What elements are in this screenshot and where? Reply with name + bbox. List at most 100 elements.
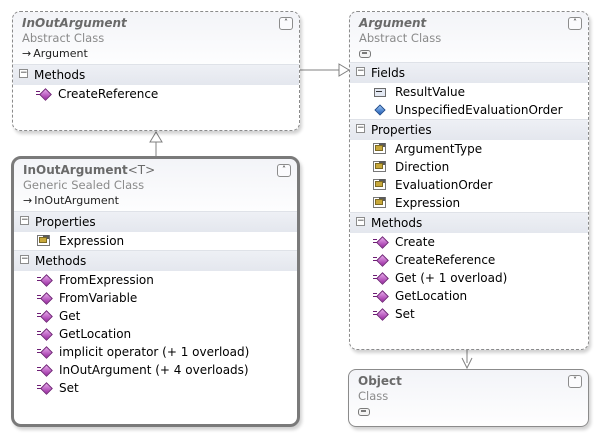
shape-icon-row	[358, 405, 578, 416]
collapse-section-icon[interactable]: −	[20, 216, 29, 225]
member-resultvalue[interactable]: ResultValue	[350, 83, 588, 101]
member-label: CreateReference	[58, 87, 159, 101]
member-label: Get (+ 1 overload)	[395, 271, 508, 285]
section-methods[interactable]: − Methods	[14, 250, 297, 271]
section-properties[interactable]: − Properties	[14, 211, 297, 232]
member-label: ArgumentType	[395, 142, 483, 156]
class-argument[interactable]: Argument Abstract Class ˄ − Fields Resul…	[349, 11, 589, 350]
class-title: Argument	[359, 16, 427, 30]
method-icon	[37, 364, 51, 376]
class-title: Object	[358, 374, 402, 388]
method-icon	[373, 236, 387, 248]
member-label: Expression	[395, 196, 461, 210]
member-label: ResultValue	[395, 85, 466, 99]
member-expression[interactable]: Expression	[350, 194, 588, 212]
property-icon	[37, 235, 51, 247]
inherit-arrow-inout	[149, 131, 163, 143]
collapse-shape-icon[interactable]: ˄	[277, 164, 291, 177]
member-create[interactable]: Create	[350, 233, 588, 251]
member-label: FromExpression	[59, 273, 154, 287]
member-label: Set	[59, 381, 79, 395]
method-icon	[373, 290, 387, 302]
field-icon	[373, 86, 387, 98]
section-label: Methods	[371, 216, 423, 230]
base-class-label: → Argument	[22, 47, 289, 60]
section-label: Properties	[35, 215, 96, 229]
collapse-section-icon[interactable]: −	[356, 124, 365, 133]
collapse-shape-icon[interactable]: ˄	[279, 17, 293, 30]
member-get[interactable]: Get	[14, 307, 297, 325]
member-label: EvaluationOrder	[395, 178, 493, 192]
inherits-arrow-icon: →	[22, 47, 32, 60]
method-icon	[37, 346, 51, 358]
method-icon	[37, 382, 51, 394]
member-createreference[interactable]: CreateReference	[350, 251, 588, 269]
class-subtitle: Abstract Class	[359, 31, 442, 45]
member-expression[interactable]: Expression	[14, 232, 297, 250]
base-class-label: → InOutArgument	[23, 194, 287, 207]
section-fields[interactable]: − Fields	[350, 62, 588, 83]
property-icon	[373, 161, 387, 173]
class-subtitle: Class	[358, 389, 389, 403]
section-methods[interactable]: − Methods	[13, 64, 299, 85]
section-methods[interactable]: − Methods	[350, 212, 588, 233]
method-icon	[37, 310, 51, 322]
member-createreference[interactable]: CreateReference	[13, 85, 299, 103]
member-argumenttype[interactable]: ArgumentType	[350, 140, 588, 158]
method-icon	[37, 274, 51, 286]
member-inoutargument-ctor[interactable]: InOutArgument (+ 4 overloads)	[14, 361, 297, 379]
class-header[interactable]: InOutArgument Abstract Class → Argument …	[13, 12, 299, 64]
member-implicit-operator[interactable]: implicit operator (+ 1 overload)	[14, 343, 297, 361]
class-inoutargument-generic[interactable]: InOutArgument<T> Generic Sealed Class → …	[11, 156, 300, 427]
method-icon	[373, 308, 387, 320]
class-subtitle: Generic Sealed Class	[23, 178, 145, 192]
class-shape-icon	[358, 408, 370, 416]
class-title-name: InOutArgument	[23, 163, 128, 177]
class-subtitle: Abstract Class	[22, 31, 105, 45]
class-inoutargument-abstract[interactable]: InOutArgument Abstract Class → Argument …	[12, 11, 300, 131]
class-object[interactable]: Object Class ˅	[348, 369, 589, 427]
member-getlocation[interactable]: GetLocation	[350, 287, 588, 305]
member-get[interactable]: Get (+ 1 overload)	[350, 269, 588, 287]
member-label: Get	[59, 309, 81, 323]
collapse-section-icon[interactable]: −	[19, 69, 28, 78]
expand-shape-icon[interactable]: ˅	[568, 375, 582, 388]
inherit-arrow-argument	[338, 63, 350, 77]
member-label: CreateReference	[395, 253, 496, 267]
collapse-section-icon[interactable]: −	[356, 217, 365, 226]
class-header[interactable]: Object Class ˅	[349, 370, 588, 420]
member-evaluationorder[interactable]: EvaluationOrder	[350, 176, 588, 194]
member-label: InOutArgument (+ 4 overloads)	[59, 363, 249, 377]
member-label: Direction	[395, 160, 450, 174]
base-class-name: InOutArgument	[34, 194, 119, 207]
member-label: Create	[395, 235, 435, 249]
member-getlocation[interactable]: GetLocation	[14, 325, 297, 343]
member-fromvariable[interactable]: FromVariable	[14, 289, 297, 307]
member-label: GetLocation	[59, 327, 132, 341]
member-set[interactable]: Set	[350, 305, 588, 323]
class-title: InOutArgument	[22, 16, 127, 30]
member-label: GetLocation	[395, 289, 468, 303]
member-label: FromVariable	[59, 291, 138, 305]
property-icon	[373, 143, 387, 155]
member-direction[interactable]: Direction	[350, 158, 588, 176]
section-properties[interactable]: − Properties	[350, 119, 588, 140]
class-header[interactable]: InOutArgument<T> Generic Sealed Class → …	[14, 159, 297, 211]
class-header[interactable]: Argument Abstract Class ˄	[350, 12, 588, 62]
collapse-section-icon[interactable]: −	[356, 67, 365, 76]
property-icon	[373, 197, 387, 209]
method-icon	[37, 328, 51, 340]
member-unspecifiedevaluationorder[interactable]: UnspecifiedEvaluationOrder	[350, 101, 588, 119]
collapse-shape-icon[interactable]: ˄	[568, 17, 582, 30]
class-shape-icon	[359, 50, 371, 58]
member-label: Set	[395, 307, 415, 321]
member-label: UnspecifiedEvaluationOrder	[395, 103, 563, 117]
class-type-parameter: <T>	[127, 163, 156, 177]
method-icon	[373, 272, 387, 284]
method-icon	[37, 292, 51, 304]
shape-icon-row	[359, 47, 578, 58]
collapse-section-icon[interactable]: −	[20, 255, 29, 264]
method-icon	[36, 88, 50, 100]
member-set[interactable]: Set	[14, 379, 297, 397]
member-fromexpression[interactable]: FromExpression	[14, 271, 297, 289]
